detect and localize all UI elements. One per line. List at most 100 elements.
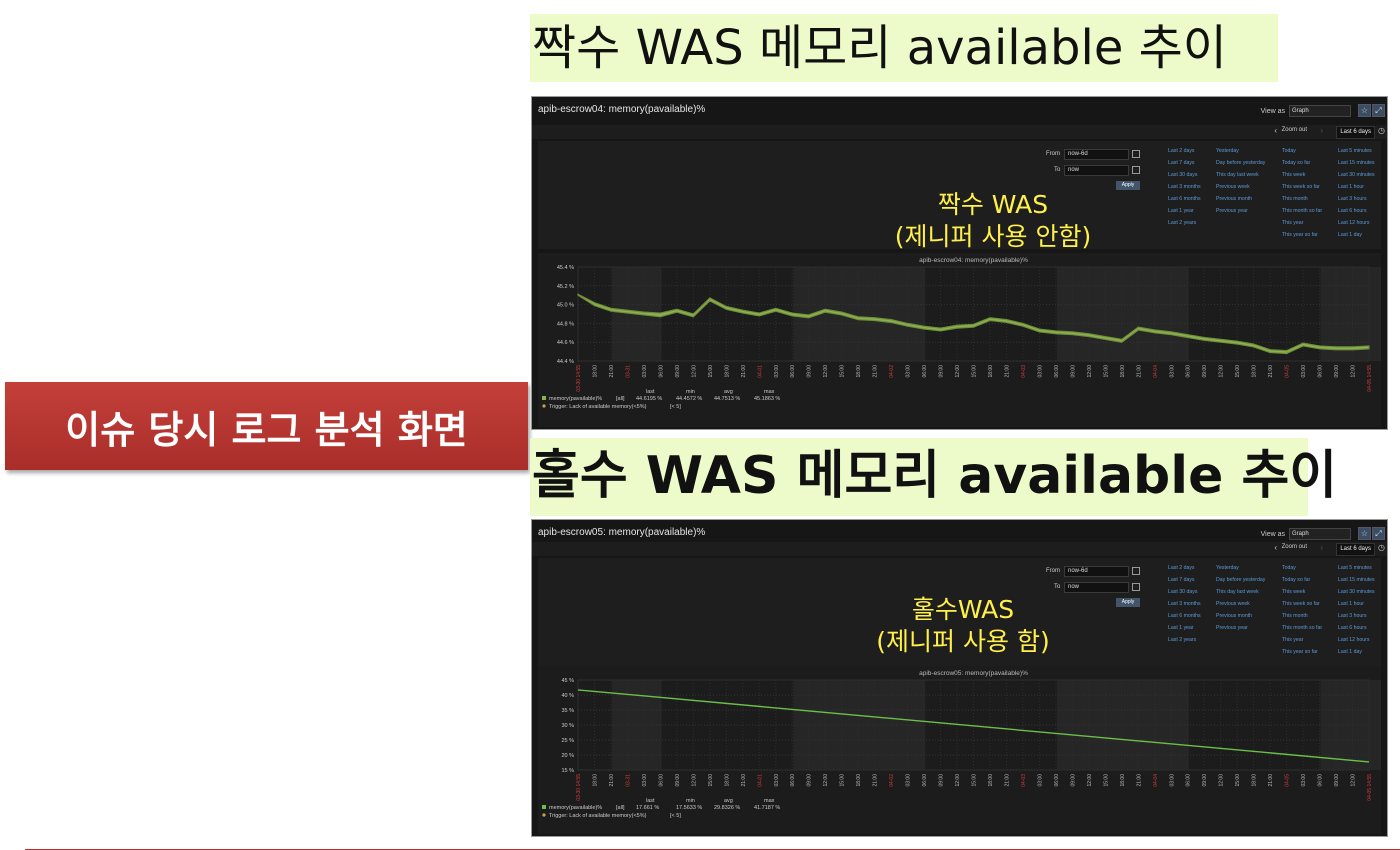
quick-range-link[interactable]: Last 6 hours (1338, 624, 1375, 633)
quick-range-link[interactable]: Last 12 hours (1338, 636, 1375, 645)
from-input[interactable]: now-6d (1064, 149, 1129, 160)
period-tab[interactable]: Last 6 days (1336, 126, 1375, 139)
y-tick-label: 15 % (561, 768, 574, 774)
quick-range-link[interactable]: Last 1 day (1338, 648, 1375, 657)
view-as-select[interactable]: Graph (1289, 105, 1351, 117)
quick-range-link[interactable]: Last 3 hours (1338, 612, 1375, 621)
quick-range-link[interactable]: This month (1282, 612, 1322, 621)
quick-range-link[interactable]: Yesterday (1216, 564, 1265, 573)
quick-range-link[interactable]: This week (1282, 588, 1322, 597)
quick-range-link[interactable]: This day last week (1216, 588, 1265, 597)
x-tick-label: 21:00 (609, 774, 615, 787)
to-input[interactable]: now (1064, 582, 1129, 593)
quick-range-link[interactable]: Previous month (1216, 195, 1265, 204)
quick-range-link[interactable]: This month so far (1282, 624, 1322, 633)
quick-range-link[interactable]: Today so far (1282, 159, 1322, 168)
quick-range-link[interactable]: This year so far (1282, 231, 1322, 240)
chevron-right-icon[interactable]: › (1320, 543, 1323, 552)
x-tick-label: 12:00 (1351, 774, 1357, 787)
quick-range-link[interactable]: Last 6 hours (1338, 207, 1375, 216)
view-as-control: View as Graph (1261, 528, 1351, 540)
legend-trigger: Trigger: Lack of available memory(<5%) (549, 404, 647, 410)
from-input[interactable]: now-6d (1064, 566, 1129, 577)
quick-range-link[interactable]: Last 2 days (1168, 147, 1201, 156)
quick-range-link[interactable]: Last 7 days (1168, 576, 1201, 585)
quick-range-link[interactable]: Previous year (1216, 624, 1265, 633)
quick-range-link[interactable]: Last 2 years (1168, 636, 1201, 645)
quick-range-link[interactable]: Last 12 hours (1338, 219, 1375, 228)
quick-range-link[interactable]: Last 2 days (1168, 564, 1201, 573)
quick-range-link[interactable]: This month (1282, 195, 1322, 204)
quick-range-link[interactable]: Day before yesterday (1216, 576, 1265, 585)
quick-range-link[interactable]: Last 1 day (1338, 231, 1375, 240)
quick-range-link[interactable]: Day before yesterday (1216, 159, 1265, 168)
zoom-out-button[interactable]: Zoom out (1282, 127, 1307, 133)
quick-range-link[interactable]: Yesterday (1216, 147, 1265, 156)
legend-series-label: memory(pavailable)% (549, 396, 602, 402)
calendar-icon[interactable] (1132, 567, 1140, 575)
quick-range-link[interactable]: Last 30 minutes (1338, 171, 1375, 180)
legend-swatch (542, 396, 546, 400)
quick-range-link[interactable]: Today (1282, 147, 1322, 156)
quick-range-link[interactable]: Today (1282, 564, 1322, 573)
x-tick-label: 21:00 (873, 365, 879, 378)
fullscreen-icon[interactable]: ⤢ (1372, 104, 1385, 117)
quick-range-link[interactable]: Last 1 hour (1338, 183, 1375, 192)
clock-icon[interactable]: ◷ (1378, 543, 1385, 552)
x-tick-label: 06:00 (1054, 774, 1060, 787)
apply-button[interactable]: Apply (1116, 181, 1140, 190)
quick-range-link[interactable]: Last 15 minutes (1338, 576, 1375, 585)
quick-range-link[interactable]: Last 7 days (1168, 159, 1201, 168)
x-tick-label: 12:00 (691, 365, 697, 378)
period-tab[interactable]: Last 6 days (1336, 543, 1375, 556)
quick-range-link[interactable]: Last 3 months (1168, 183, 1201, 192)
quick-range-link[interactable]: Last 1 year (1168, 624, 1201, 633)
calendar-icon[interactable] (1132, 166, 1140, 174)
quick-range-link[interactable]: This week (1282, 171, 1322, 180)
x-tick-label: 09:00 (1070, 365, 1076, 378)
quick-range-link[interactable]: This week so far (1282, 600, 1322, 609)
quick-range-link[interactable]: Last 1 hour (1338, 600, 1375, 609)
quick-range-link[interactable]: Last 30 minutes (1338, 588, 1375, 597)
zoom-out-button[interactable]: Zoom out (1282, 544, 1307, 550)
apply-button[interactable]: Apply (1116, 598, 1140, 607)
quick-range-link[interactable]: This day last week (1216, 171, 1265, 180)
quick-range-link[interactable]: This year so far (1282, 648, 1322, 657)
x-tick-label: 04-04 (1153, 365, 1159, 378)
quick-range-link[interactable]: This week so far (1282, 183, 1322, 192)
from-label: From (1046, 568, 1060, 574)
quick-range-link[interactable]: Previous week (1216, 183, 1265, 192)
x-tick-label: 04-02 (889, 774, 895, 787)
star-icon[interactable]: ☆ (1358, 527, 1371, 540)
quick-range-link[interactable]: Last 30 days (1168, 171, 1201, 180)
view-as-select[interactable]: Graph (1289, 528, 1351, 540)
to-input[interactable]: now (1064, 165, 1129, 176)
quick-range-link[interactable]: This year (1282, 219, 1322, 228)
quick-range-link[interactable]: Last 6 months (1168, 195, 1201, 204)
quick-range-link[interactable]: Last 30 days (1168, 588, 1201, 597)
quick-range-link[interactable]: Today so far (1282, 576, 1322, 585)
quick-range-link[interactable]: Last 3 months (1168, 600, 1201, 609)
legend-trigger-cond: [< 5] (670, 813, 681, 819)
quick-range-link[interactable]: Last 2 years (1168, 219, 1201, 228)
chevron-right-icon[interactable]: › (1320, 126, 1323, 135)
quick-range-link[interactable]: Last 1 year (1168, 207, 1201, 216)
chevron-left-icon[interactable]: ‹ (1274, 126, 1277, 135)
calendar-icon[interactable] (1132, 150, 1140, 158)
quick-range-link[interactable]: Last 5 minutes (1338, 147, 1375, 156)
quick-range-link[interactable]: This year (1282, 636, 1322, 645)
star-icon[interactable]: ☆ (1358, 104, 1371, 117)
fullscreen-icon[interactable]: ⤢ (1372, 527, 1385, 540)
legend-value: 17.5633 % (676, 805, 702, 811)
quick-range-link[interactable]: Last 3 hours (1338, 195, 1375, 204)
quick-range-link[interactable]: Last 15 minutes (1338, 159, 1375, 168)
calendar-icon[interactable] (1132, 583, 1140, 591)
chevron-left-icon[interactable]: ‹ (1274, 543, 1277, 552)
quick-range-link[interactable]: This month so far (1282, 207, 1322, 216)
quick-range-link[interactable]: Previous year (1216, 207, 1265, 216)
clock-icon[interactable]: ◷ (1378, 126, 1385, 135)
quick-range-link[interactable]: Last 5 minutes (1338, 564, 1375, 573)
quick-range-link[interactable]: Previous week (1216, 600, 1265, 609)
quick-range-link[interactable]: Last 6 months (1168, 612, 1201, 621)
quick-range-link[interactable]: Previous month (1216, 612, 1265, 621)
